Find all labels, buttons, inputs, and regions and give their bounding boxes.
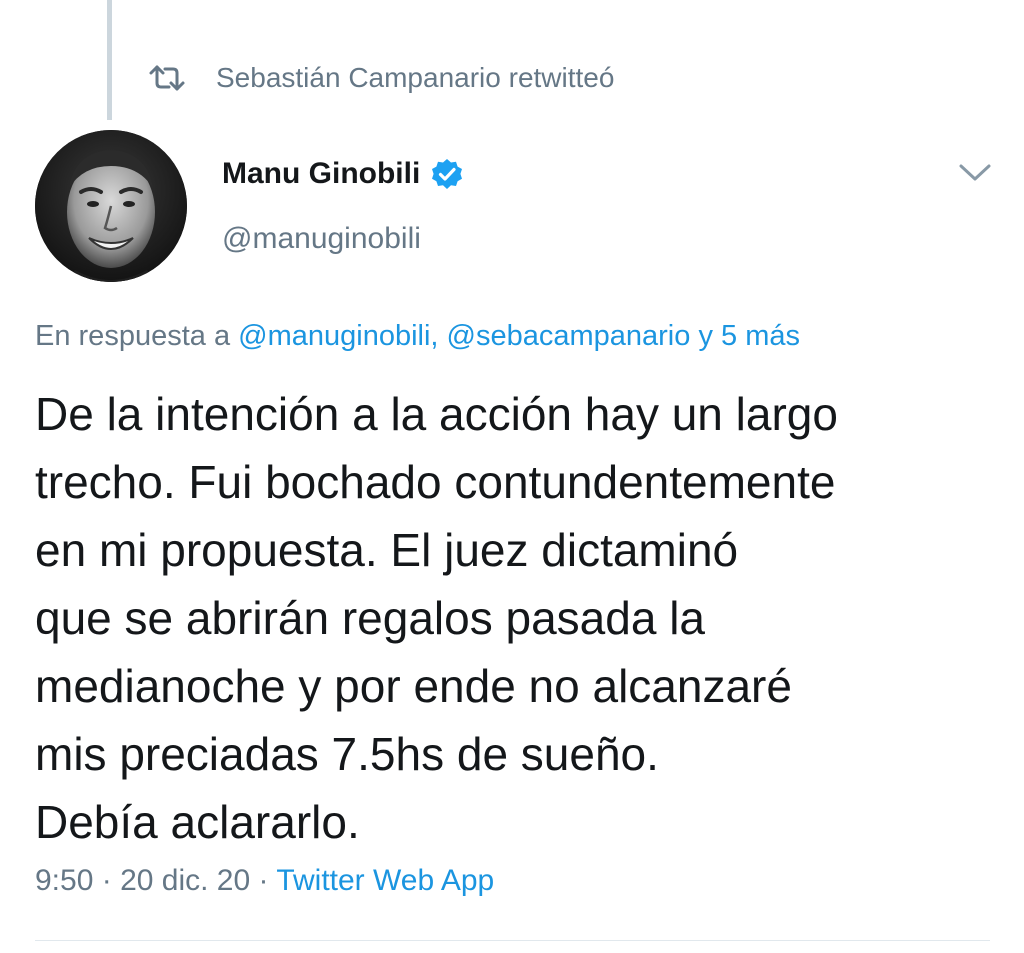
- tweet-time[interactable]: 9:50: [35, 864, 93, 897]
- tweet-text-line: que se abrirán regalos pasada la: [35, 592, 706, 644]
- author-name[interactable]: Manu Ginobili: [222, 157, 420, 191]
- tweet-source-link[interactable]: Twitter Web App: [276, 864, 494, 897]
- tweet-body: De la intención a la acción hay un largo…: [35, 380, 995, 856]
- reply-mention-sebacampanario[interactable]: @sebacampanario: [447, 320, 691, 352]
- reply-connector[interactable]: y: [698, 320, 713, 352]
- author-name-row[interactable]: Manu Ginobili: [222, 152, 464, 196]
- avatar-photo: [35, 130, 187, 282]
- tweet-text-line: Debía aclararlo.: [35, 796, 360, 848]
- author-handle[interactable]: @manuginobili: [222, 222, 421, 256]
- tweet-text-line: trecho. Fui bochado contundentemente: [35, 456, 836, 508]
- tweet-date[interactable]: 20 dic. 20: [120, 864, 250, 897]
- verified-badge-icon: [430, 157, 464, 191]
- author-avatar[interactable]: [35, 130, 187, 282]
- retweet-icon: [148, 63, 186, 93]
- reply-mention-manuginobili[interactable]: @manuginobili,: [238, 320, 438, 352]
- tweet-options-button[interactable]: [954, 156, 996, 190]
- meta-separator: ·: [258, 864, 269, 897]
- retweeted-by-text: Sebastián Campanario retwitteó: [216, 62, 615, 93]
- tweet-metadata: 9:50 · 20 dic. 20 · Twitter Web App: [35, 864, 494, 898]
- reply-prefix: En respuesta a: [35, 320, 231, 352]
- chevron-down-icon: [959, 164, 991, 181]
- meta-separator: ·: [101, 864, 112, 897]
- reply-more-mentions[interactable]: 5 más: [721, 320, 800, 352]
- tweet-text-line: en mi propuesta. El juez dictaminó: [35, 524, 739, 576]
- bottom-divider: [35, 940, 990, 941]
- tweet-text-line: mis preciadas 7.5hs de sueño.: [35, 728, 659, 780]
- retweet-context[interactable]: Sebastián Campanario retwitteó: [148, 56, 614, 100]
- reply-context: En respuesta a @manuginobili, @sebacampa…: [35, 320, 800, 353]
- tweet-text-line: medianoche y por ende no alcanzaré: [35, 660, 792, 712]
- tweet-text-line: De la intención a la acción hay un largo: [35, 388, 838, 440]
- thread-connector-line: [107, 0, 112, 120]
